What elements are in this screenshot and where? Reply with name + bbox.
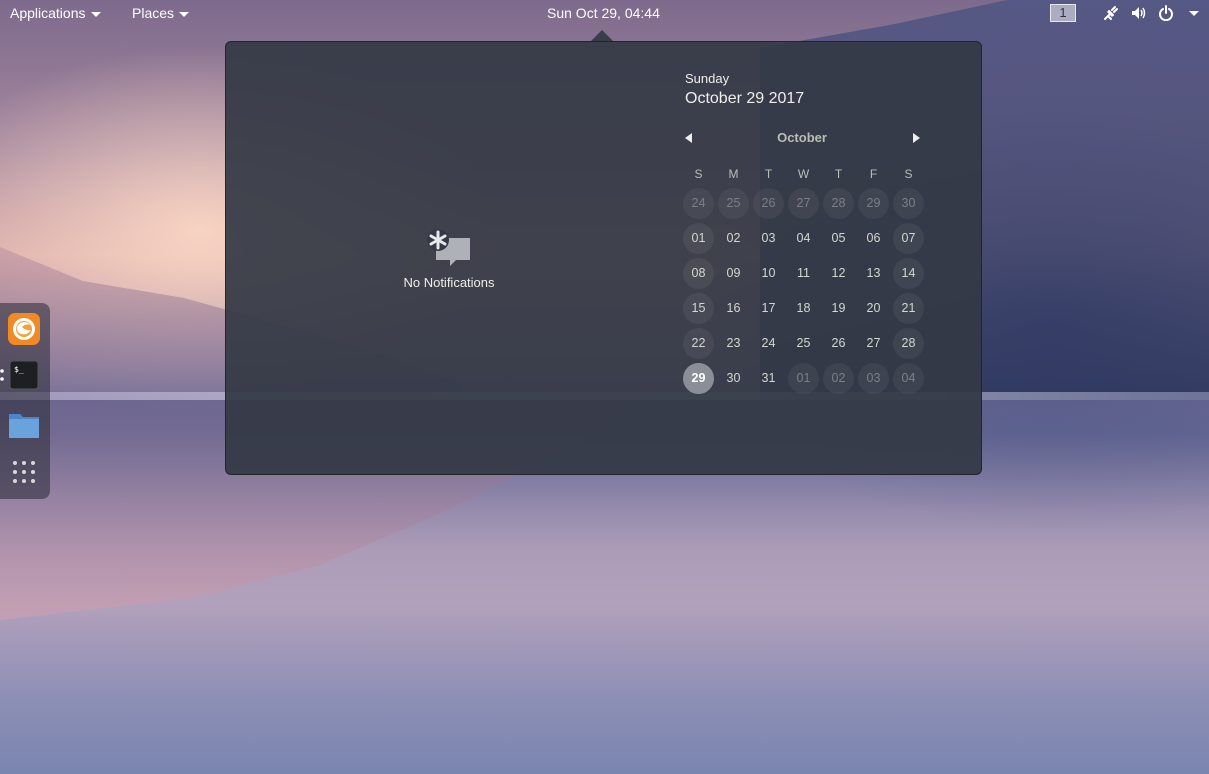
- weekday-header: F: [869, 167, 878, 181]
- next-month-icon[interactable]: [908, 130, 924, 146]
- terminal-icon[interactable]: $_: [6, 357, 42, 393]
- system-menu-chevron-down-icon[interactable]: [1189, 11, 1199, 16]
- calendar-day[interactable]: 04: [893, 363, 924, 394]
- svg-text:$_: $_: [14, 365, 24, 374]
- calendar-week-row: 24 25 26 27 28 29 30: [681, 186, 926, 221]
- no-notifications-label: No Notifications: [403, 275, 495, 290]
- calendar-day[interactable]: 01: [788, 363, 819, 394]
- calendar-day[interactable]: 03: [858, 363, 889, 394]
- running-indicator-icon: [0, 369, 4, 381]
- calendar-day[interactable]: 07: [893, 223, 924, 254]
- calendar-day[interactable]: 05: [823, 223, 854, 254]
- weekday-header: M: [728, 167, 739, 181]
- calendar-day[interactable]: 25: [718, 188, 749, 219]
- calendar-day[interactable]: 20: [858, 293, 889, 324]
- calendar-day-today[interactable]: 29: [683, 363, 714, 394]
- dash-dock: $_: [0, 303, 50, 499]
- places-chevron-down-icon: [179, 11, 190, 17]
- calendar-day[interactable]: 02: [823, 363, 854, 394]
- weekday-header: W: [797, 167, 810, 181]
- calendar-day[interactable]: 30: [893, 188, 924, 219]
- firefox-icon[interactable]: [6, 311, 42, 347]
- weekday-header: T: [834, 167, 843, 181]
- calendar-day[interactable]: 31: [753, 363, 784, 394]
- clock-label: Sun Oct 29, 04:44: [547, 5, 660, 21]
- calendar-weekday-header: S M T W T F S: [681, 162, 926, 186]
- calendar-day[interactable]: 23: [718, 328, 749, 359]
- clock-button[interactable]: Sun Oct 29, 04:44: [547, 0, 660, 26]
- calendar-day[interactable]: 01: [683, 223, 714, 254]
- places-menu[interactable]: Places: [132, 0, 190, 26]
- date-notification-popup: No Notifications Sunday October 29 2017 …: [225, 41, 982, 475]
- calendar-day[interactable]: 29: [858, 188, 889, 219]
- calendar-day[interactable]: 11: [788, 258, 819, 289]
- applications-menu[interactable]: Applications: [10, 0, 101, 26]
- calendar-day[interactable]: 02: [718, 223, 749, 254]
- calendar-day[interactable]: 19: [823, 293, 854, 324]
- date-day-name[interactable]: Sunday: [685, 71, 729, 86]
- calendar-day[interactable]: 04: [788, 223, 819, 254]
- power-icon[interactable]: [1158, 5, 1174, 21]
- date-full-label[interactable]: October 29 2017: [685, 90, 804, 108]
- calendar-day[interactable]: 16: [718, 293, 749, 324]
- popup-pointer: [591, 30, 613, 41]
- calendar-week-row: 15 16 17 18 19 20 21: [681, 291, 926, 326]
- volume-icon[interactable]: [1131, 5, 1147, 21]
- calendar-day[interactable]: 27: [858, 328, 889, 359]
- calendar-week-row: 29 30 31 01 02 03 04: [681, 361, 926, 396]
- calendar-day[interactable]: 28: [893, 328, 924, 359]
- calendar-day[interactable]: 30: [718, 363, 749, 394]
- calendar-day[interactable]: 06: [858, 223, 889, 254]
- calendar-day[interactable]: 13: [858, 258, 889, 289]
- calendar-day[interactable]: 24: [753, 328, 784, 359]
- workspace-indicator[interactable]: 1: [1050, 4, 1076, 22]
- applications-menu-label: Applications: [10, 5, 86, 21]
- calendar-day[interactable]: 26: [823, 328, 854, 359]
- weekday-header: S: [694, 167, 703, 181]
- calendar-day[interactable]: 25: [788, 328, 819, 359]
- notification-list: No Notifications: [226, 42, 666, 476]
- calendar-day[interactable]: 17: [753, 293, 784, 324]
- calendar-day[interactable]: 15: [683, 293, 714, 324]
- calendar-week-row: 22 23 24 25 26 27 28: [681, 326, 926, 361]
- calendar-month-label: October: [777, 130, 827, 145]
- calendar-day[interactable]: 09: [718, 258, 749, 289]
- calendar-day[interactable]: 28: [823, 188, 854, 219]
- calendar-week-row: 01 02 03 04 05 06 07: [681, 221, 926, 256]
- calendar-day[interactable]: 18: [788, 293, 819, 324]
- calendar-week-row: 08 09 10 11 12 13 14: [681, 256, 926, 291]
- calendar-day[interactable]: 08: [683, 258, 714, 289]
- calendar-day[interactable]: 12: [823, 258, 854, 289]
- no-notifications-icon: [427, 229, 470, 266]
- calendar-grid: S M T W T F S 24 25 26 27 28 29 30 01 02…: [681, 162, 926, 396]
- weekday-header: T: [764, 167, 773, 181]
- calendar-day[interactable]: 03: [753, 223, 784, 254]
- weekday-header: S: [904, 167, 913, 181]
- calendar-day[interactable]: 27: [788, 188, 819, 219]
- calendar-day[interactable]: 24: [683, 188, 714, 219]
- top-bar: Applications Places Sun Oct 29, 04:44 1: [0, 0, 1209, 26]
- calendar-day[interactable]: 14: [893, 258, 924, 289]
- files-icon[interactable]: [6, 406, 42, 442]
- calendar-day[interactable]: 21: [893, 293, 924, 324]
- applications-chevron-down-icon: [90, 11, 101, 17]
- show-applications-icon[interactable]: [6, 454, 42, 490]
- calendar-day[interactable]: 26: [753, 188, 784, 219]
- wired-network-icon[interactable]: [1103, 5, 1119, 21]
- calendar-day[interactable]: 10: [753, 258, 784, 289]
- calendar-day[interactable]: 22: [683, 328, 714, 359]
- places-menu-label: Places: [132, 5, 175, 21]
- previous-month-icon[interactable]: [681, 130, 697, 146]
